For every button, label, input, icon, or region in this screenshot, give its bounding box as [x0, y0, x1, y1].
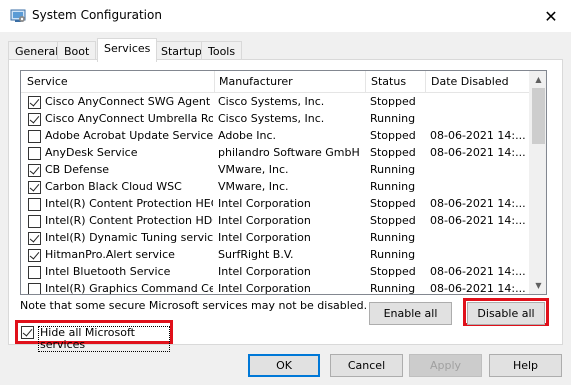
service-date-disabled: 08-06-2021 14:...: [430, 265, 526, 278]
list-row[interactable]: Cisco AnyConnect SWG Agent Cisco Systems,…: [21, 94, 529, 111]
tab-tools[interactable]: Tools: [201, 41, 243, 61]
service-name: Intel(R) Dynamic Tuning service: [45, 231, 213, 244]
list-row[interactable]: CB Defense VMware, Inc. Running: [21, 162, 529, 179]
service-date-disabled: 08-06-2021 14:...: [430, 282, 526, 295]
scroll-up-icon[interactable]: ▲: [530, 71, 546, 88]
ok-button[interactable]: OK: [248, 354, 320, 377]
service-manufacturer: Intel Corporation: [218, 214, 311, 227]
service-status: Stopped: [370, 95, 416, 108]
service-checkbox[interactable]: [28, 130, 41, 143]
service-checkbox[interactable]: [28, 113, 41, 126]
tab-services[interactable]: Services: [97, 38, 158, 62]
hide-microsoft-highlight: Hide all Microsoft services: [15, 320, 173, 352]
list-header: Service Manufacturer Status Date Disable…: [21, 71, 529, 93]
service-status: Running: [370, 180, 416, 193]
service-checkbox[interactable]: [28, 96, 41, 109]
service-manufacturer: Intel Corporation: [218, 231, 311, 244]
service-date-disabled: 08-06-2021 14:...: [430, 129, 526, 142]
vertical-scrollbar[interactable]: ▲ ▼: [529, 71, 546, 294]
service-checkbox[interactable]: [28, 147, 41, 160]
scroll-down-icon[interactable]: ▼: [530, 277, 546, 294]
list-row[interactable]: Intel(R) Content Protection HDC... Intel …: [21, 213, 529, 230]
scroll-thumb[interactable]: [532, 88, 545, 144]
column-status[interactable]: Status: [371, 75, 406, 88]
service-status: Running: [370, 112, 416, 125]
service-manufacturer: SurfRight B.V.: [218, 248, 294, 261]
list-row[interactable]: HitmanPro.Alert service SurfRight B.V. Run…: [21, 247, 529, 264]
service-name: Carbon Black Cloud WSC: [45, 180, 182, 193]
service-manufacturer: Intel Corporation: [218, 197, 311, 210]
system-config-icon: [10, 8, 26, 24]
service-status: Running: [370, 231, 416, 244]
service-manufacturer: philandro Software GmbH: [218, 146, 360, 159]
service-name: Adobe Acrobat Update Service: [45, 129, 213, 142]
service-checkbox[interactable]: [28, 249, 41, 262]
column-divider[interactable]: [425, 71, 426, 93]
help-button[interactable]: Help: [489, 354, 562, 377]
service-status: Running: [370, 163, 416, 176]
service-manufacturer: Cisco Systems, Inc.: [218, 95, 325, 108]
apply-button[interactable]: Apply: [409, 354, 482, 377]
service-name: Intel Bluetooth Service: [45, 265, 171, 278]
list-row[interactable]: Intel(R) Dynamic Tuning service Intel Cor…: [21, 230, 529, 247]
title-bar: System Configuration ✕: [0, 0, 571, 32]
list-row[interactable]: AnyDesk Service philandro Software GmbH St…: [21, 145, 529, 162]
list-row[interactable]: Cisco AnyConnect Umbrella Roa... Cisco Sy…: [21, 111, 529, 128]
service-checkbox[interactable]: [28, 266, 41, 279]
service-checkbox[interactable]: [28, 198, 41, 211]
service-date-disabled: 08-06-2021 14:...: [430, 197, 526, 210]
close-icon: ✕: [544, 6, 558, 26]
service-manufacturer: VMware, Inc.: [218, 180, 289, 193]
column-divider[interactable]: [214, 71, 215, 93]
service-manufacturer: Intel Corporation: [218, 265, 311, 278]
cancel-button[interactable]: Cancel: [330, 354, 403, 377]
service-name: Cisco AnyConnect Umbrella Roa...: [45, 112, 213, 125]
service-checkbox[interactable]: [28, 164, 41, 177]
column-date-disabled[interactable]: Date Disabled: [431, 75, 509, 88]
service-manufacturer: Adobe Inc.: [218, 129, 277, 142]
service-status: Stopped: [370, 265, 416, 278]
list-row[interactable]: Intel Bluetooth Service Intel Corporation…: [21, 264, 529, 281]
column-divider[interactable]: [365, 71, 366, 93]
column-service[interactable]: Service: [27, 75, 68, 88]
service-name: CB Defense: [45, 163, 110, 176]
service-name: Cisco AnyConnect SWG Agent: [45, 95, 211, 108]
service-manufacturer: VMware, Inc.: [218, 163, 289, 176]
service-name: Intel(R) Content Protection HDC...: [45, 214, 213, 227]
service-manufacturer: Intel Corporation: [218, 282, 311, 295]
services-list[interactable]: Service Manufacturer Status Date Disable…: [20, 70, 547, 295]
service-checkbox[interactable]: [28, 215, 41, 228]
service-checkbox[interactable]: [28, 232, 41, 245]
list-row[interactable]: Intel(R) Graphics Command Cen... Intel Co…: [21, 281, 529, 295]
service-name: Intel(R) Content Protection HEC...: [45, 197, 213, 210]
service-name: AnyDesk Service: [45, 146, 138, 159]
window-title: System Configuration: [32, 8, 162, 22]
service-status: Stopped: [370, 129, 416, 142]
service-date-disabled: 08-06-2021 14:...: [430, 214, 526, 227]
disable-all-button[interactable]: Disable all: [467, 302, 545, 325]
service-status: Running: [370, 248, 416, 261]
service-name: HitmanPro.Alert service: [45, 248, 175, 261]
list-row[interactable]: Intel(R) Content Protection HEC... Intel …: [21, 196, 529, 213]
secure-services-note: Note that some secure Microsoft services…: [20, 299, 368, 312]
list-rows: Cisco AnyConnect SWG Agent Cisco Systems,…: [21, 94, 529, 295]
service-status: Stopped: [370, 197, 416, 210]
tab-boot[interactable]: Boot: [57, 41, 97, 61]
service-checkbox[interactable]: [28, 283, 41, 294]
enable-all-button[interactable]: Enable all: [369, 302, 452, 325]
hide-microsoft-label[interactable]: Hide all Microsoft services: [38, 326, 170, 352]
service-status: Running: [370, 282, 416, 295]
column-manufacturer[interactable]: Manufacturer: [219, 75, 293, 88]
service-manufacturer: Cisco Systems, Inc.: [218, 112, 325, 125]
list-row[interactable]: Adobe Acrobat Update Service Adobe Inc. St…: [21, 128, 529, 145]
service-status: Stopped: [370, 214, 416, 227]
close-button[interactable]: ✕: [531, 0, 571, 32]
hide-microsoft-checkbox[interactable]: [21, 326, 34, 339]
service-status: Stopped: [370, 146, 416, 159]
list-row[interactable]: Carbon Black Cloud WSC VMware, Inc. Runnin…: [21, 179, 529, 196]
service-name: Intel(R) Graphics Command Cen...: [45, 282, 213, 295]
service-date-disabled: 08-06-2021 14:...: [430, 146, 526, 159]
service-checkbox[interactable]: [28, 181, 41, 194]
